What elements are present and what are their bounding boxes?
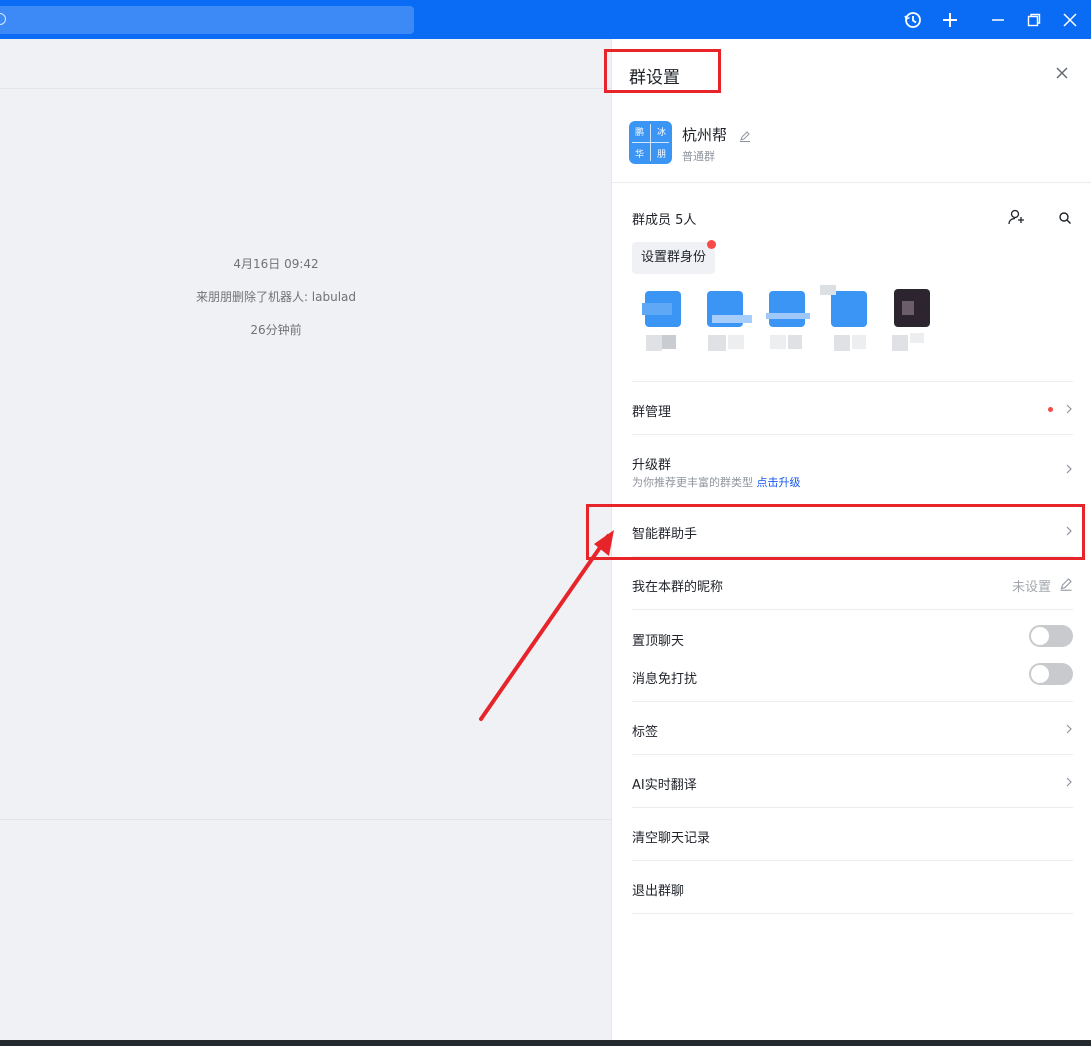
- avatar-char: 华: [634, 150, 644, 160]
- upgrade-link[interactable]: 点击升级: [757, 476, 801, 489]
- chat-input-divider: [0, 819, 611, 820]
- row-label: 消息免打扰: [632, 672, 698, 687]
- row-label: 标签: [632, 725, 659, 740]
- chevron-right-icon: [1066, 777, 1072, 787]
- message-timestamp: 4月16日 09:42: [233, 257, 319, 271]
- group-type: 普通群: [682, 150, 715, 163]
- divider: [632, 701, 1073, 702]
- row-sublabel: 为你推荐更丰富的群类型 点击升级: [632, 474, 801, 490]
- divider: [632, 807, 1073, 808]
- member-search-icon[interactable]: [1058, 210, 1072, 224]
- search-input[interactable]: [0, 6, 414, 34]
- member-avatar[interactable]: [766, 285, 828, 359]
- chevron-right-icon: [1066, 404, 1072, 414]
- message-relative-time: 26分钟前: [250, 323, 302, 337]
- mute-toggle[interactable]: [1029, 663, 1073, 685]
- toggle-knob: [1031, 627, 1049, 645]
- title-bar: [0, 0, 1091, 39]
- notification-dot: [1048, 407, 1053, 412]
- row-label: 升级群: [632, 458, 672, 473]
- row-label: AI实时翻译: [632, 778, 697, 793]
- row-label: 群管理: [632, 405, 672, 420]
- divider: [632, 381, 1073, 382]
- group-avatar[interactable]: 鹏 冰 华 朋: [629, 121, 672, 164]
- minimize-icon[interactable]: [986, 8, 1010, 32]
- nickname-value: 未设置: [1011, 580, 1051, 595]
- divider: [632, 913, 1073, 914]
- taskbar-strip: [0, 1040, 1091, 1046]
- annotation-box-title: [604, 49, 721, 93]
- avatar-char: 冰: [656, 128, 666, 138]
- restore-icon[interactable]: [1022, 8, 1046, 32]
- toggle-knob: [1031, 665, 1049, 683]
- member-avatar[interactable]: [704, 285, 766, 359]
- chevron-right-icon: [1066, 724, 1072, 734]
- search-icon: [0, 13, 6, 25]
- sublabel-text: 为你推荐更丰富的群类型: [632, 476, 753, 489]
- member-list: [642, 285, 942, 359]
- history-icon[interactable]: [901, 8, 925, 32]
- divider: [632, 434, 1073, 435]
- row-label: 我在本群的昵称: [632, 580, 724, 595]
- add-icon[interactable]: [938, 8, 962, 32]
- system-message: 来朋朋删除了机器人: labulad: [195, 290, 357, 304]
- chevron-right-icon: [1066, 464, 1072, 474]
- close-window-icon[interactable]: [1058, 8, 1082, 32]
- pin-chat-toggle[interactable]: [1029, 625, 1073, 647]
- avatar-char: 鹏: [634, 128, 644, 138]
- edit-name-icon[interactable]: [739, 127, 753, 142]
- annotation-arrow: [479, 530, 614, 721]
- divider: [632, 609, 1073, 610]
- members-title: 群成员 5人: [632, 213, 697, 228]
- chat-header-divider: [0, 88, 611, 89]
- group-name: 杭州帮: [682, 126, 728, 144]
- member-avatar[interactable]: [820, 285, 890, 359]
- edit-icon[interactable]: [1059, 577, 1073, 591]
- divider: [632, 860, 1073, 861]
- divider: [632, 754, 1073, 755]
- member-avatar[interactable]: [882, 285, 944, 359]
- annotation-box-assistant: [586, 504, 1085, 560]
- row-label: 清空聊天记录: [632, 831, 711, 846]
- member-avatar[interactable]: [642, 285, 704, 359]
- divider: [612, 182, 1091, 183]
- avatar-divider: [632, 142, 669, 143]
- set-role-button[interactable]: 设置群身份: [632, 242, 716, 274]
- avatar-char: 朋: [656, 150, 666, 160]
- row-label: 置顶聊天: [632, 634, 685, 649]
- add-member-icon[interactable]: [1008, 209, 1026, 225]
- row-label: 退出群聊: [632, 884, 685, 899]
- notification-dot: [707, 240, 716, 249]
- close-icon[interactable]: [1052, 63, 1072, 83]
